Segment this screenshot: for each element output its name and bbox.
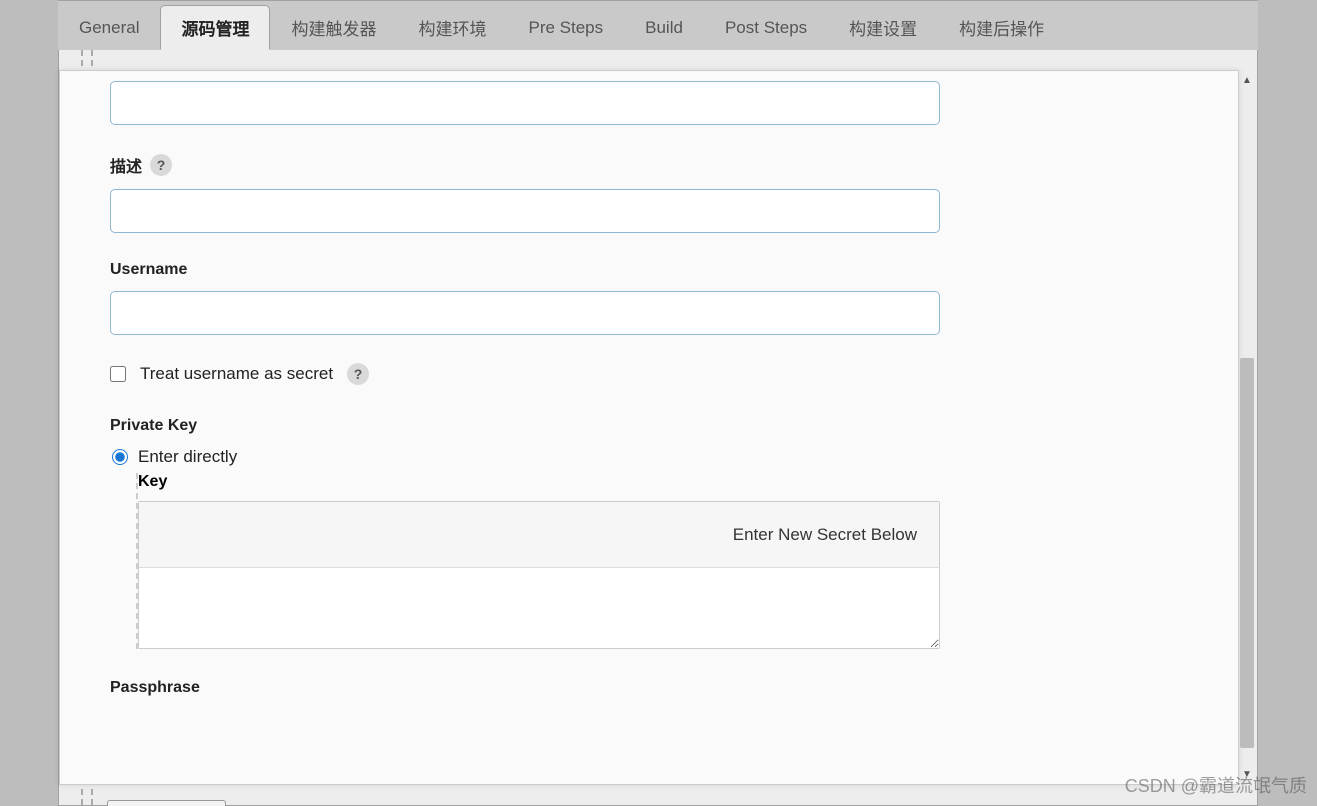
content-area: 描述 ? Username Treat username as secret ? [58,50,1258,806]
enter-directly-radio[interactable] [112,449,128,465]
help-icon[interactable]: ? [150,154,172,176]
tab-triggers[interactable]: 构建触发器 [270,5,397,50]
credentials-modal: 描述 ? Username Treat username as secret ? [59,70,1239,785]
scroll-down-icon[interactable]: ▼ [1239,766,1255,782]
scroll-track[interactable] [1239,88,1255,766]
secret-textarea[interactable] [139,568,939,648]
tab-presteps[interactable]: Pre Steps [507,5,624,50]
username-label: Username [110,261,187,279]
username-input[interactable] [110,291,940,335]
tab-general[interactable]: General [58,5,160,50]
secret-header: Enter New Secret Below [139,502,939,568]
tab-settings[interactable]: 构建设置 [828,5,938,50]
scroll-up-icon[interactable]: ▲ [1239,72,1255,88]
tab-postbuild[interactable]: 构建后操作 [938,5,1065,50]
modal-scrollbar[interactable]: ▲ ▼ [1239,72,1255,782]
secret-box: Enter New Secret Below [138,501,940,649]
passphrase-label: Passphrase [110,679,200,697]
description-input[interactable] [110,189,940,233]
key-label: Key [138,473,940,491]
enter-directly-label: Enter directly [138,447,237,467]
add-branch-button[interactable]: Add Branch [107,800,226,806]
tab-poststeps[interactable]: Post Steps [704,5,828,50]
description-label: 描述 [110,153,142,177]
tab-env[interactable]: 构建环境 [397,5,507,50]
help-icon[interactable]: ? [347,363,369,385]
scroll-thumb[interactable] [1240,358,1254,748]
treat-username-secret-label: Treat username as secret [140,364,333,384]
private-key-label: Private Key [110,417,197,435]
treat-username-secret-checkbox[interactable] [110,366,126,382]
top-input[interactable] [110,81,940,125]
tab-build[interactable]: Build [624,5,704,50]
tab-scm[interactable]: 源码管理 [160,5,270,50]
config-tabs: General 源码管理 构建触发器 构建环境 Pre Steps Build … [58,0,1258,50]
